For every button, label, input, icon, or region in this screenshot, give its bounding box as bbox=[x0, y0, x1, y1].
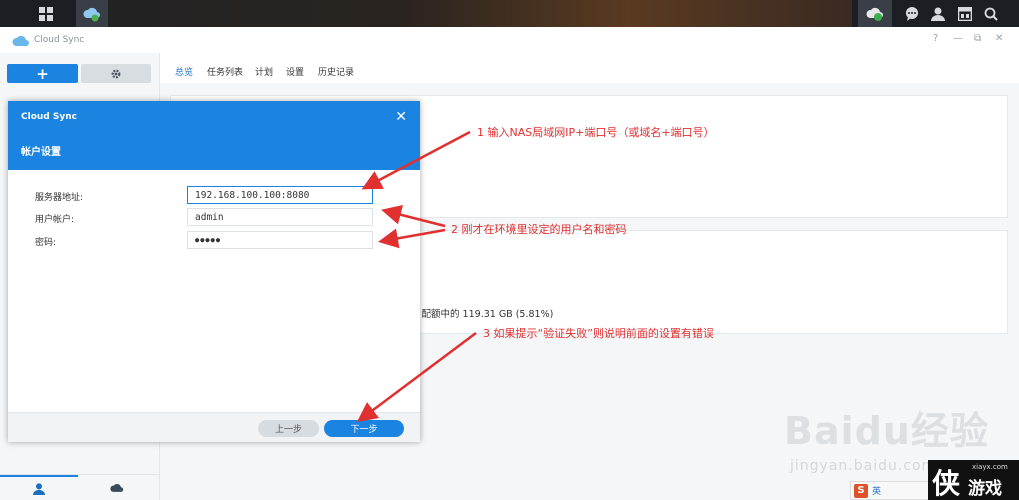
password-input[interactable]: ●●●●● bbox=[187, 231, 373, 249]
ime-toolbar: S 英 bbox=[850, 481, 930, 500]
dialog-subtitle: 帐户设置 bbox=[21, 147, 61, 158]
close-icon[interactable]: ✕ bbox=[995, 33, 1003, 44]
grid-icon[interactable] bbox=[30, 0, 62, 27]
wallpaper-strip bbox=[108, 0, 852, 27]
tab-user-icon[interactable] bbox=[0, 475, 78, 500]
user-account-label: 用户帐户: bbox=[35, 215, 75, 225]
minimize-icon[interactable]: — bbox=[953, 33, 963, 44]
taskbar bbox=[0, 0, 1019, 27]
tab-schedule[interactable]: 计划 bbox=[255, 65, 273, 78]
baidu-watermark: Baidu经验 bbox=[784, 409, 989, 453]
annotation-3: 3 如果提示“验证失败”则说明前面的设置有错误 bbox=[483, 327, 714, 340]
help-icon[interactable]: ? bbox=[933, 33, 938, 44]
account-settings-dialog: Cloud Sync ✕ 帐户设置 服务器地址: 192.168.100.100… bbox=[8, 101, 420, 442]
server-address-input[interactable]: 192.168.100.100:8080 bbox=[187, 186, 373, 204]
cloud-sync-status-icon[interactable] bbox=[858, 0, 892, 27]
site-name: 游戏 bbox=[968, 479, 1002, 499]
dialog-footer: 上一步 下一步 bbox=[8, 412, 420, 442]
sogou-ime-icon: S bbox=[854, 483, 868, 498]
tab-overview[interactable]: 总览 bbox=[175, 65, 193, 78]
window-title: Cloud Sync bbox=[34, 35, 85, 45]
left-bottom-tabs bbox=[0, 474, 160, 500]
cloud-sync-logo-icon bbox=[12, 34, 30, 50]
cloud-sync-app-icon[interactable] bbox=[76, 0, 108, 27]
password-label: 密码: bbox=[35, 238, 57, 248]
quota-usage-text: B 配额中的 119.31 GB (5.81%) bbox=[412, 309, 554, 320]
search-icon[interactable] bbox=[975, 0, 1007, 27]
user-account-input[interactable]: admin bbox=[187, 208, 373, 226]
previous-button[interactable]: 上一步 bbox=[258, 420, 319, 437]
window-titlebar: Cloud Sync ? — ⧉ ✕ bbox=[0, 27, 1019, 53]
tab-cloud-icon[interactable] bbox=[78, 475, 156, 500]
settings-gear-button[interactable] bbox=[81, 64, 151, 83]
restore-icon[interactable]: ⧉ bbox=[974, 33, 981, 44]
tab-settings[interactable]: 设置 bbox=[286, 65, 304, 78]
dialog-title: Cloud Sync bbox=[21, 112, 77, 122]
next-button[interactable]: 下一步 bbox=[324, 420, 404, 437]
annotation-1: 1 输入NAS局域网IP+端口号（或域名+端口号） bbox=[477, 126, 715, 139]
main-tabs: 总览 任务列表 计划 设置 历史记录 bbox=[160, 53, 1019, 83]
dialog-header: Cloud Sync ✕ 帐户设置 bbox=[8, 101, 420, 170]
server-address-label: 服务器地址: bbox=[35, 193, 84, 203]
tab-task-list[interactable]: 任务列表 bbox=[207, 65, 243, 78]
site-badge: 侠 xiayx.com 游戏 bbox=[928, 460, 1019, 500]
tab-history[interactable]: 历史记录 bbox=[318, 65, 354, 78]
annotation-2: 2 刚才在环境里设定的用户名和密码 bbox=[451, 223, 627, 236]
baidu-url-watermark: jingyan.baidu.com bbox=[790, 458, 937, 474]
ime-mode-label[interactable]: 英 bbox=[872, 484, 881, 497]
add-connection-button[interactable]: + bbox=[7, 64, 78, 83]
dialog-close-icon[interactable]: ✕ bbox=[395, 109, 407, 125]
site-logo-icon: 侠 bbox=[932, 467, 961, 500]
site-url: xiayx.com bbox=[972, 463, 1008, 471]
gear-icon bbox=[111, 69, 121, 78]
